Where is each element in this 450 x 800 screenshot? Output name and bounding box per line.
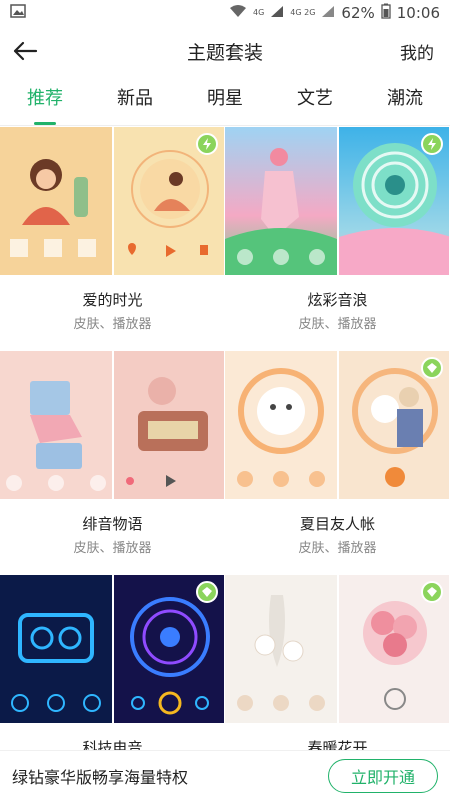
skin-preview (225, 575, 337, 723)
theme-name: 爱的时光 (82, 291, 143, 309)
theme-desc: 皮肤、播放器 (73, 541, 152, 556)
theme-card[interactable]: 爱的时光 皮肤、播放器 (0, 127, 225, 351)
theme-thumbnail (0, 127, 224, 275)
open-vip-button[interactable]: 立即开通 (328, 758, 438, 793)
arrow-left-icon (13, 41, 38, 61)
skin-preview (225, 351, 337, 499)
theme-desc: 皮肤、播放器 (73, 317, 152, 332)
mine-link[interactable]: 我的 (400, 39, 434, 64)
category-tabs: 推荐 新品 明星 文艺 潮流 (0, 76, 450, 126)
signal-label: 4G (253, 8, 265, 17)
theme-card[interactable]: 春暖花开 (225, 575, 450, 777)
theme-thumbnail (0, 575, 224, 723)
theme-card[interactable]: 夏目友人帐 皮肤、播放器 (225, 351, 450, 575)
skin-preview (0, 127, 112, 275)
battery-percent: 62% (341, 4, 375, 22)
wifi-icon (229, 4, 247, 22)
skin-preview (0, 351, 112, 499)
vip-promo-bar: 绿钻豪华版畅享海量特权 立即开通 (0, 750, 450, 800)
promo-text: 绿钻豪华版畅享海量特权 (12, 767, 189, 787)
theme-desc: 皮肤、播放器 (298, 541, 377, 556)
theme-grid: 爱的时光 皮肤、播放器 炫彩音浪 皮肤、播放器 绯音物语 皮肤、播放器 夏目友人… (0, 127, 450, 777)
vip-badge-icon (196, 133, 218, 155)
theme-thumbnail (225, 575, 449, 723)
theme-name: 炫彩音浪 (307, 291, 368, 309)
gallery-icon (10, 4, 26, 22)
theme-card[interactable]: 绯音物语 皮肤、播放器 (0, 351, 225, 575)
vip-badge-icon (421, 133, 443, 155)
theme-desc: 皮肤、播放器 (298, 317, 377, 332)
page-title: 主题套装 (186, 41, 263, 64)
theme-thumbnail (225, 351, 449, 499)
tab-recommend[interactable]: 推荐 (0, 76, 90, 125)
status-bar: 4G 4G 2G 62% 10:06 (0, 0, 450, 26)
theme-card[interactable]: 炫彩音浪 皮肤、播放器 (225, 127, 450, 351)
header: 主题套装 我的 (0, 26, 450, 76)
skin-preview (0, 575, 112, 723)
vip-badge-icon (421, 581, 443, 603)
theme-thumbnail (0, 351, 224, 499)
signal2-label: 4G 2G (290, 8, 316, 17)
battery-icon (381, 3, 391, 23)
player-preview (112, 351, 224, 499)
tab-stars[interactable]: 明星 (180, 76, 270, 125)
theme-thumbnail (225, 127, 449, 275)
clock: 10:06 (396, 4, 440, 22)
signal2-icon (321, 4, 335, 22)
skin-preview (225, 127, 337, 275)
vip-badge-icon (421, 357, 443, 379)
tab-new[interactable]: 新品 (90, 76, 180, 125)
theme-name: 绯音物语 (82, 515, 143, 533)
theme-name: 夏目友人帐 (299, 515, 375, 533)
tab-literary[interactable]: 文艺 (270, 76, 360, 125)
vip-badge-icon (196, 581, 218, 603)
signal-icon (270, 4, 284, 22)
tab-trendy[interactable]: 潮流 (360, 76, 450, 125)
back-button[interactable] (0, 26, 50, 76)
theme-card[interactable]: 科技电音 (0, 575, 225, 777)
